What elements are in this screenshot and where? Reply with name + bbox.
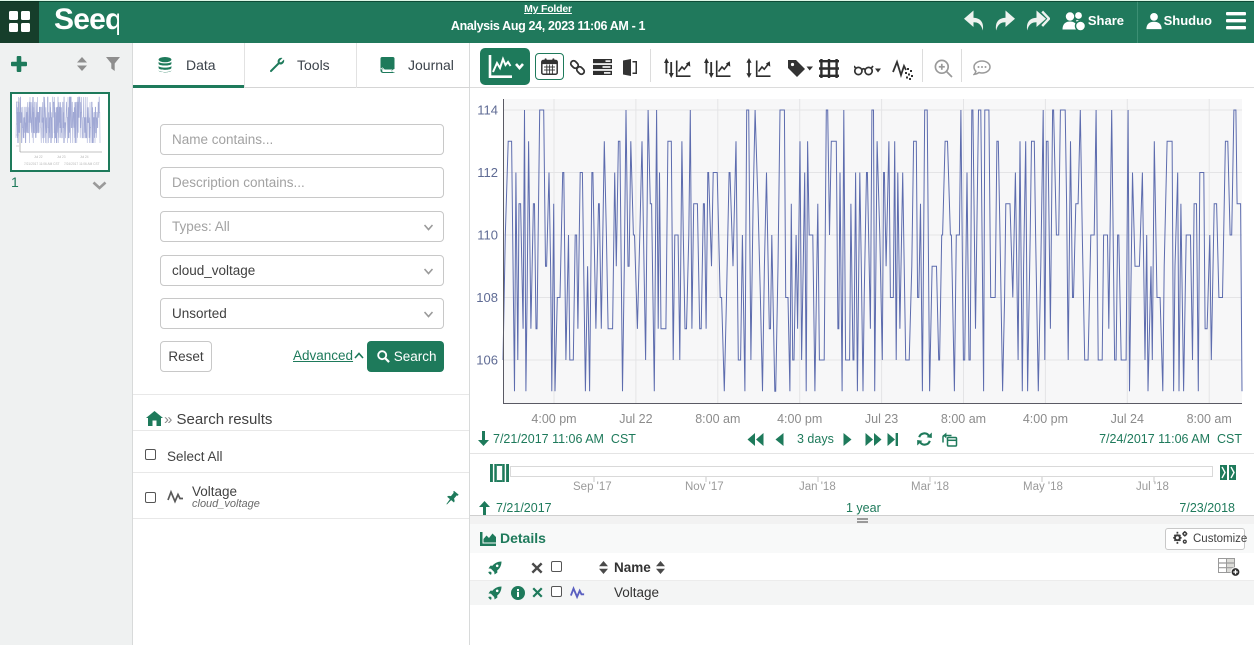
svg-text:Jul 23: Jul 23 [865, 412, 898, 426]
svg-text:8:00 am: 8:00 am [941, 412, 986, 426]
svg-text:112: 112 [477, 165, 498, 180]
svg-text:106: 106 [476, 353, 498, 368]
svg-text:7/21/2017 11:06 AM CST: 7/21/2017 11:06 AM CST [24, 162, 60, 166]
svg-text:Jul 23: Jul 23 [57, 155, 66, 159]
svg-text:4:00 pm: 4:00 pm [777, 412, 822, 426]
svg-text:8:00 am: 8:00 am [1187, 412, 1232, 426]
svg-text:110: 110 [477, 228, 498, 243]
svg-text:4:00 pm: 4:00 pm [1023, 412, 1068, 426]
svg-text:8:00 am: 8:00 am [695, 412, 740, 426]
svg-text:Jul 22: Jul 22 [619, 412, 652, 426]
svg-text:Jul 22: Jul 22 [34, 155, 43, 159]
svg-text:7/24/2017 11:06 AM CST: 7/24/2017 11:06 AM CST [64, 162, 100, 166]
svg-text:Jul 24: Jul 24 [80, 155, 89, 159]
svg-text:4:00 pm: 4:00 pm [531, 412, 576, 426]
svg-text:Jul 24: Jul 24 [1111, 412, 1144, 426]
svg-text:108: 108 [476, 290, 498, 305]
svg-text:114: 114 [477, 103, 498, 118]
